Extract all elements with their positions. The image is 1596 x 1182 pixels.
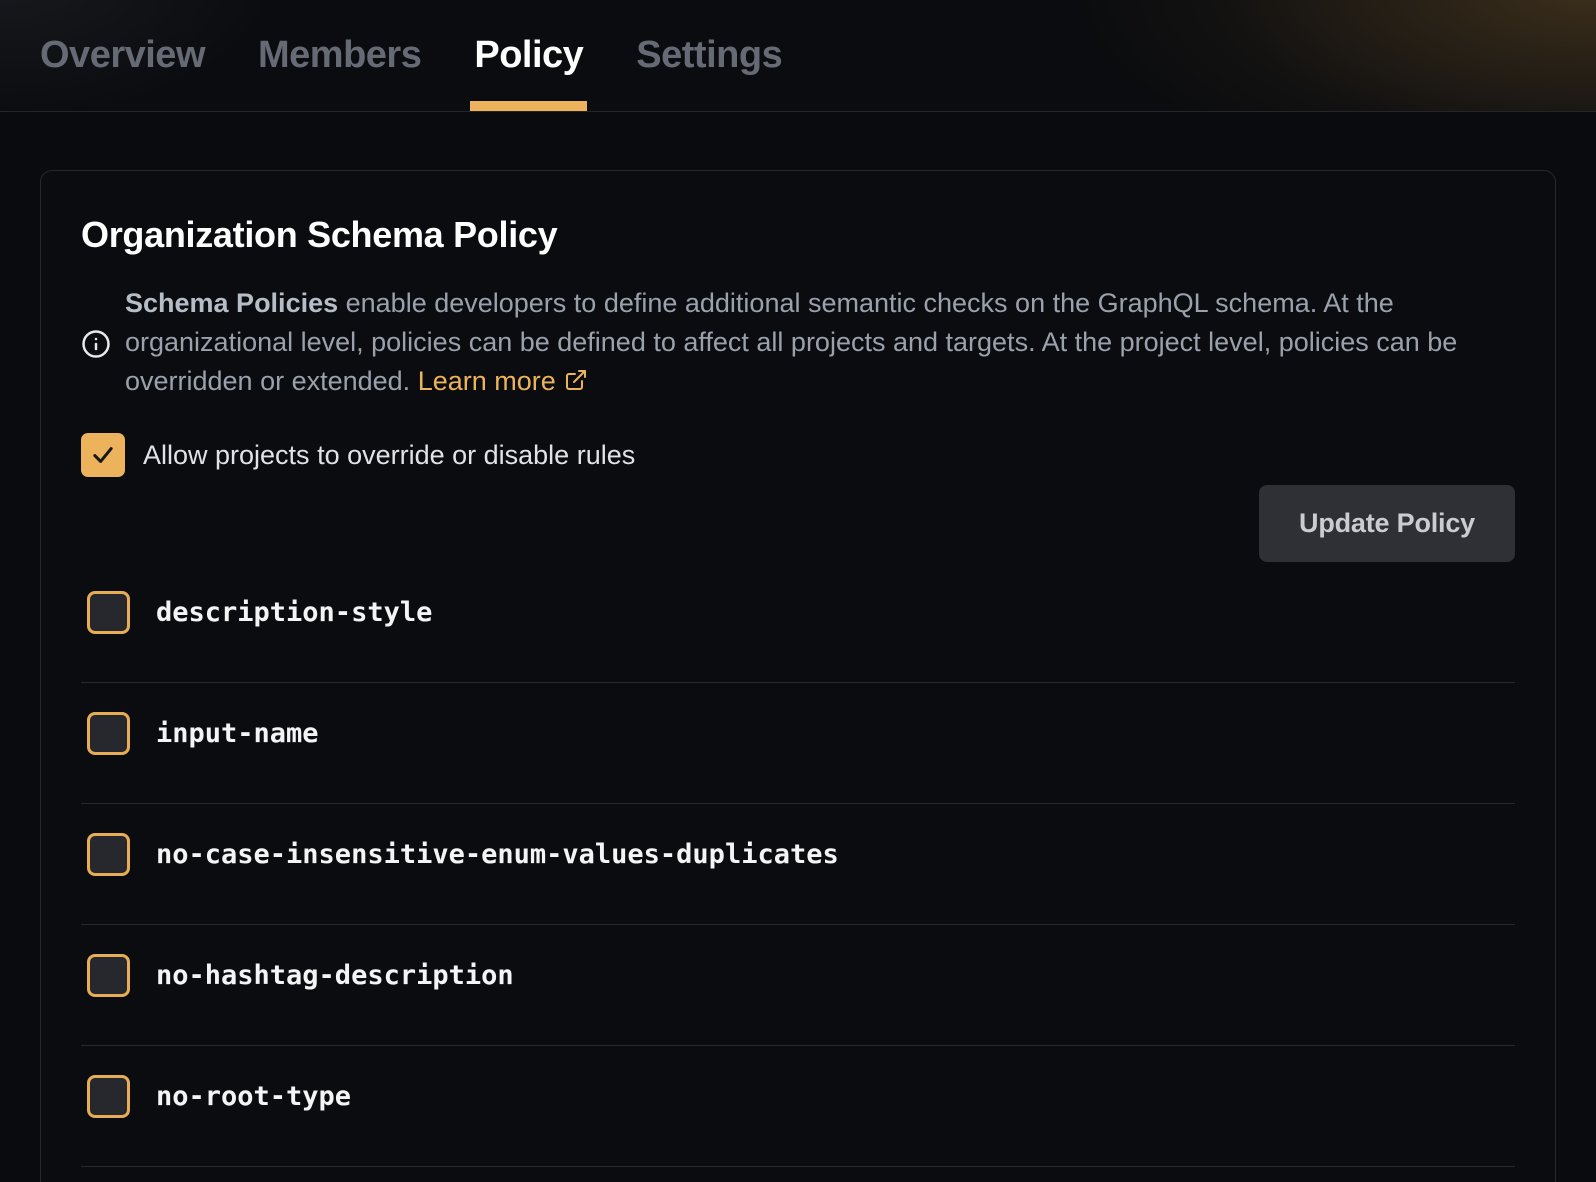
info-callout: Schema Policies enable developers to def… [81,284,1515,403]
button-row: Update Policy [81,485,1515,562]
rule-row: no-root-type [81,1046,1515,1167]
rule-row: no-case-insensitive-enum-values-duplicat… [81,804,1515,925]
tab-members[interactable]: Members [258,0,421,111]
info-paragraph: Schema Policies enable developers to def… [125,284,1505,403]
rule-row: input-name [81,683,1515,804]
rule-name: no-case-insensitive-enum-values-duplicat… [156,839,839,870]
rule-row: description-style [81,562,1515,683]
top-nav-bar: Overview Members Policy Settings [0,0,1596,112]
rule-name: no-hashtag-description [156,960,514,991]
allow-override-row: Allow projects to override or disable ru… [81,433,1515,477]
info-icon [81,329,111,359]
rule-checkbox[interactable] [87,954,130,997]
rule-name: no-root-type [156,1081,351,1112]
learn-more-label: Learn more [418,366,556,396]
tab-label: Settings [636,34,782,77]
allow-override-checkbox[interactable] [81,433,125,477]
tab-label: Policy [474,34,583,77]
learn-more-link[interactable]: Learn more [418,366,588,396]
tab-label: Members [258,34,421,77]
allow-override-label: Allow projects to override or disable ru… [143,440,635,471]
check-icon [89,441,117,469]
rules-list: description-style input-name no-case-insen… [81,562,1515,1167]
tab-label: Overview [40,34,205,77]
rule-name: description-style [156,597,432,628]
rule-checkbox[interactable] [87,591,130,634]
info-lead: Schema Policies [125,288,338,318]
tab-settings[interactable]: Settings [636,0,782,111]
rule-name: input-name [156,718,319,749]
rule-row: no-hashtag-description [81,925,1515,1046]
active-tab-underline [470,101,587,111]
tabs: Overview Members Policy Settings [0,0,1596,111]
page-title: Organization Schema Policy [81,214,1515,256]
rule-checkbox[interactable] [87,712,130,755]
rule-checkbox[interactable] [87,1075,130,1118]
rule-checkbox[interactable] [87,833,130,876]
update-policy-button[interactable]: Update Policy [1259,485,1515,562]
schema-policy-card: Organization Schema Policy Schema Polici… [40,170,1556,1182]
tab-overview[interactable]: Overview [40,0,205,111]
tab-policy[interactable]: Policy [474,0,583,111]
external-link-icon [564,364,588,403]
